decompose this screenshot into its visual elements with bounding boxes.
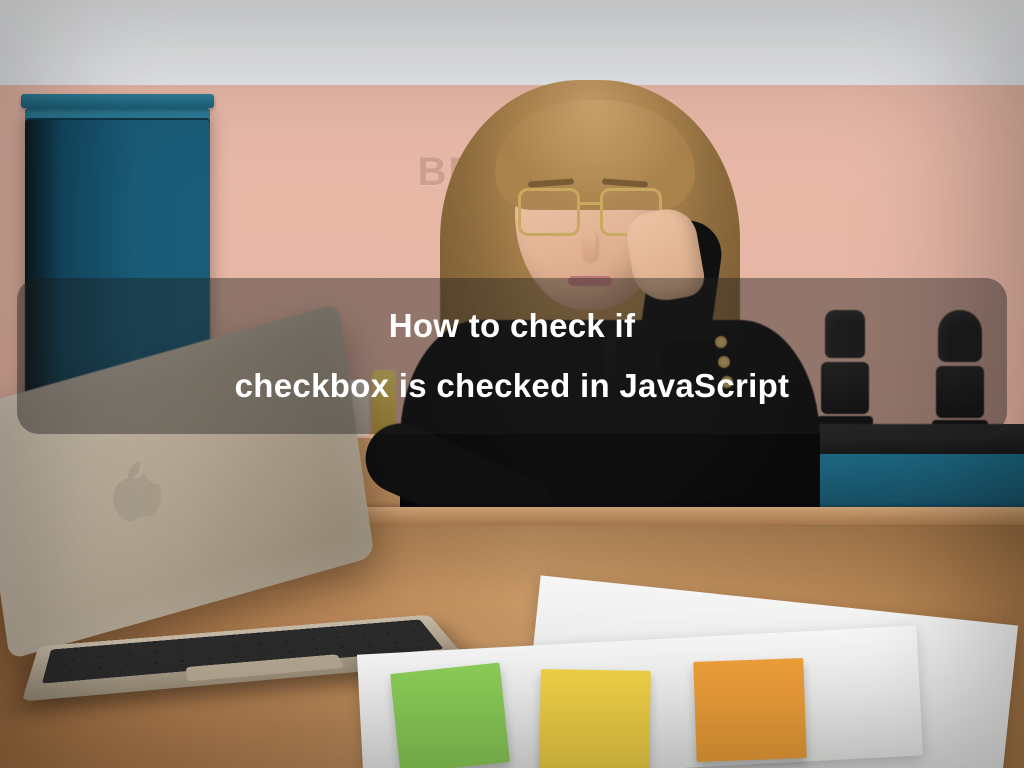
- title-line-2: checkbox is checked in JavaScript: [235, 367, 790, 405]
- sticky-note: [539, 669, 651, 768]
- sticky-note: [693, 658, 806, 762]
- title-overlay: How to check if checkbox is checked in J…: [17, 278, 1007, 434]
- apple-logo-icon: [106, 456, 166, 529]
- title-line-1: How to check if: [389, 307, 636, 345]
- sticky-note: [390, 663, 510, 768]
- article-hero-image: mice are like ... BEST KEPT A ELSE'S Ple…: [0, 0, 1024, 768]
